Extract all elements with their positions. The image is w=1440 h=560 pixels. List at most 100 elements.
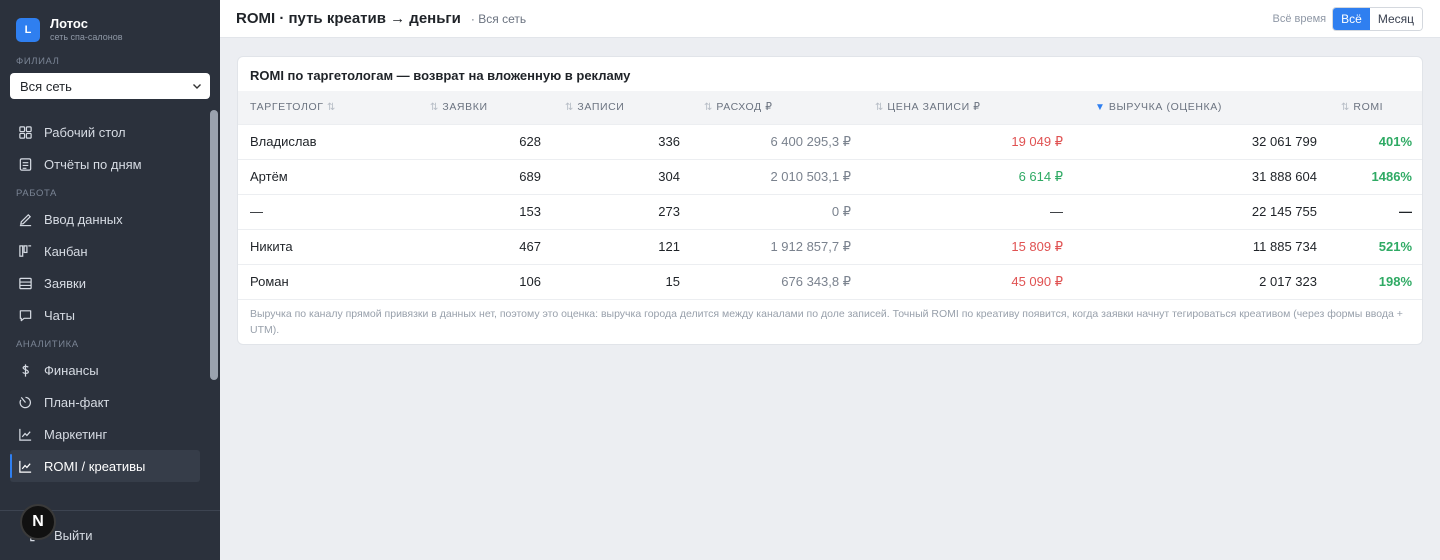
cell-romi: 1486% — [1371, 169, 1412, 184]
sidebar-item-label: Чаты — [44, 307, 75, 323]
sort-icon: ⇅ — [430, 102, 438, 114]
cell-spend: 6 400 295,3 ₽ — [770, 133, 851, 149]
sidebar-item-label: Выйти — [54, 527, 93, 543]
sidebar-item-label: Финансы — [44, 362, 99, 378]
sidebar-item-label: План-факт — [44, 394, 110, 410]
column-header-revenue[interactable]: ▼ ВЫРУЧКА (ОЦЕНКА) — [1075, 91, 1329, 124]
romi-table: ТАРГЕТОЛОГ ⇅ ⇅ ЗАЯВКИ ⇅ ЗАПИСИ ⇅ РАСХОД ₽ ⇅… — [238, 91, 1422, 299]
brand[interactable]: L Лотос сеть спа-салонов — [0, 0, 220, 46]
sidebar-item-requests[interactable]: Заявки — [10, 267, 200, 299]
sort-icon: ⇅ — [1341, 102, 1349, 114]
line-chart-icon — [19, 460, 32, 473]
table-row[interactable]: Артём 689 304 2 010 503,1 ₽ 6 614 ₽ 31 888 60… — [238, 159, 1422, 194]
gauge-icon — [19, 396, 31, 408]
chat-icon — [19, 309, 32, 321]
pencil-icon — [19, 213, 32, 226]
cell-record-cost: 45 090 ₽ — [1011, 273, 1063, 289]
table-header-row: ТАРГЕТОЛОГ ⇅ ⇅ ЗАЯВКИ ⇅ ЗАПИСИ ⇅ РАСХОД ₽ ⇅… — [238, 91, 1422, 124]
table-row[interactable]: Владислав 628 336 6 400 295,3 ₽ 19 049 ₽ 32 0… — [238, 124, 1422, 159]
cell-targetologist: Артём — [250, 169, 288, 184]
cell-leads: 153 — [519, 204, 541, 219]
sidebar-item-kanban[interactable]: Канбан — [10, 235, 200, 267]
column-header-spend[interactable]: ⇅ РАСХОД ₽ — [692, 91, 863, 124]
sidebar-item-finance[interactable]: Финансы — [10, 354, 200, 386]
sidebar-item-plan-fact[interactable]: План-факт — [10, 386, 200, 418]
sidebar-item-marketing[interactable]: Маркетинг — [10, 418, 200, 450]
cell-record-cost: 15 809 ₽ — [1011, 238, 1063, 254]
cell-leads: 106 — [519, 274, 541, 290]
column-header-romi[interactable]: ⇅ ROMI — [1329, 91, 1422, 124]
cell-spend: 2 010 503,1 ₽ — [770, 168, 851, 184]
chevron-down-icon — [193, 84, 201, 89]
sidebar-scrollbar[interactable] — [210, 110, 218, 380]
sidebar-item-label: Ввод данных — [44, 211, 123, 227]
cell-spend: 676 343,8 ₽ — [781, 273, 851, 289]
sidebar-item-label: ROMI / креативы — [44, 458, 146, 474]
cell-leads: 689 — [519, 169, 541, 184]
sidebar-item-label: Отчёты по дням — [44, 156, 142, 172]
brand-logo: L — [16, 17, 40, 42]
cell-revenue: 11 885 734 — [1252, 239, 1317, 254]
cell-spend: 0 ₽ — [831, 203, 851, 219]
cell-revenue: 32 061 799 — [1251, 134, 1317, 149]
list-icon — [19, 277, 32, 289]
branch-select-value: Вся сеть — [20, 78, 72, 94]
cell-targetologist: Никита — [250, 239, 293, 254]
cell-records: 15 — [665, 274, 680, 290]
cell-revenue: 22 145 755 — [1251, 204, 1317, 219]
sort-desc-icon: ▼ — [1095, 102, 1105, 114]
cell-record-cost: — — [1050, 204, 1063, 219]
cell-romi: 401% — [1378, 134, 1412, 149]
period-option-all[interactable]: Всё — [1333, 8, 1370, 30]
sidebar-item-chats[interactable]: Чаты — [10, 299, 200, 331]
sidebar-item-label: Канбан — [44, 243, 88, 259]
brand-title: Лотос — [50, 16, 88, 31]
column-header-record-cost[interactable]: ⇅ ЦЕНА ЗАПИСИ ₽ — [863, 91, 1075, 124]
n-badge[interactable]: N — [20, 504, 56, 540]
sort-icon: ⇅ — [875, 102, 883, 114]
branch-select[interactable]: Вся сеть — [10, 73, 210, 99]
table-row[interactable]: — 153 273 0 ₽ — 22 145 755 — — [238, 194, 1422, 229]
calendar-icon — [19, 157, 32, 171]
cell-records: 304 — [658, 169, 680, 184]
dollar-icon — [22, 363, 29, 377]
table-row[interactable]: Роман 106 15 676 343,8 ₽ 45 090 ₽ 2 017 323 19… — [238, 264, 1422, 299]
kanban-icon — [19, 244, 32, 257]
sidebar-item-dashboard[interactable]: Рабочий стол — [10, 116, 200, 148]
cell-revenue: 2 017 323 — [1259, 274, 1317, 290]
period-segmented-control: Всё Месяц — [1332, 7, 1423, 31]
page-title: ROMI · путь креатив → деньги — [236, 10, 461, 27]
cell-record-cost: 19 049 ₽ — [1011, 133, 1063, 149]
column-header-targetologist[interactable]: ТАРГЕТОЛОГ ⇅ — [238, 91, 418, 124]
sidebar-item-romi[interactable]: ROMI / креативы — [10, 450, 200, 482]
cell-records: 121 — [658, 239, 680, 254]
cell-record-cost: 6 614 ₽ — [1018, 168, 1063, 184]
cell-romi: — — [1399, 204, 1412, 219]
cell-targetologist: Роман — [250, 274, 289, 290]
cell-records: 336 — [658, 134, 680, 149]
sidebar: L Лотос сеть спа-салонов ФИЛИАЛ Вся сеть… — [0, 0, 220, 560]
column-header-leads[interactable]: ⇅ ЗАЯВКИ — [418, 91, 553, 124]
sidebar-item-label: Рабочий стол — [44, 124, 126, 140]
sidebar-item-label: Заявки — [44, 275, 86, 291]
topbar: ROMI · путь креатив → деньги · Вся сеть … — [220, 0, 1440, 38]
cell-romi: 521% — [1378, 239, 1412, 254]
sort-icon: ⇅ — [704, 102, 712, 114]
cell-leads: 467 — [519, 239, 541, 254]
section-work-label: РАБОТА — [16, 188, 57, 199]
sort-icon: ⇅ — [565, 102, 573, 114]
card-title: ROMI по таргетологам — возврат на вложен… — [250, 68, 631, 83]
cell-spend: 1 912 857,7 ₽ — [770, 238, 851, 254]
scope-label: · Вся сеть — [470, 11, 527, 26]
sort-icon: ⇅ — [327, 102, 335, 114]
sidebar-item-label: Маркетинг — [44, 426, 108, 442]
estimate-note: Выручка по каналу прямой привязки в данн… — [238, 299, 1422, 338]
cell-records: 273 — [658, 204, 680, 219]
period-option-month[interactable]: Месяц — [1369, 8, 1422, 30]
sidebar-item-daily-reports[interactable]: Отчёты по дням — [10, 148, 200, 180]
monitor-icon — [19, 125, 32, 139]
line-chart-icon — [19, 428, 32, 441]
column-header-records[interactable]: ⇅ ЗАПИСИ — [553, 91, 692, 124]
table-row[interactable]: Никита 467 121 1 912 857,7 ₽ 15 809 ₽ 11 885 … — [238, 229, 1422, 264]
sidebar-item-data-entry[interactable]: Ввод данных — [10, 203, 200, 235]
